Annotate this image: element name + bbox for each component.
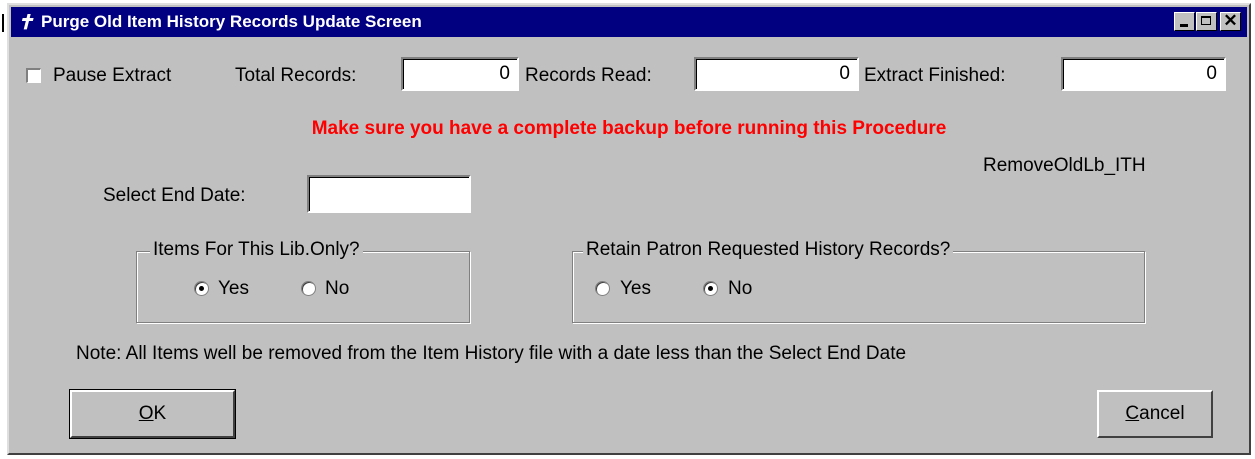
- minimize-button[interactable]: [1174, 12, 1195, 31]
- divider: [2, 14, 4, 32]
- total-records-label: Total Records:: [235, 65, 357, 86]
- close-button[interactable]: ✕: [1220, 11, 1241, 31]
- background-strip: [0, 0, 6, 459]
- extract-finished-field[interactable]: 0: [1061, 57, 1226, 91]
- records-read-field[interactable]: 0: [694, 57, 859, 91]
- maximize-icon: [1201, 16, 1211, 25]
- minimize-icon: [1180, 24, 1188, 27]
- backup-warning: Make sure you have a complete backup bef…: [311, 118, 947, 139]
- radio-selected-dot: [708, 286, 713, 291]
- items-lib-yes-label[interactable]: Yes: [218, 278, 249, 300]
- extract-finished-label: Extract Finished:: [864, 65, 1006, 86]
- retain-yes-label[interactable]: Yes: [620, 278, 651, 300]
- title-bar[interactable]: ✝ Purge Old Item History Records Update …: [11, 7, 1247, 37]
- pause-extract-label[interactable]: Pause Extract: [53, 65, 171, 87]
- maximize-button[interactable]: [1196, 12, 1217, 31]
- runner-icon: ✝: [17, 12, 34, 34]
- end-date-field[interactable]: [307, 175, 471, 213]
- window-title: Purge Old Item History Records Update Sc…: [41, 12, 422, 31]
- records-read-label: Records Read:: [525, 65, 652, 86]
- cancel-accelerator: C: [1125, 403, 1140, 424]
- dialog-window: ✝ Purge Old Item History Records Update …: [7, 3, 1251, 455]
- items-lib-group: Items For This Lib.Only? Yes No: [136, 239, 470, 323]
- retain-history-group: Retain Patron Requested History Records?…: [572, 239, 1145, 323]
- cancel-label: ancel: [1139, 403, 1185, 424]
- items-lib-legend: Items For This Lib.Only?: [150, 239, 363, 261]
- radio-selected-dot: [199, 286, 204, 291]
- cancel-button[interactable]: Cancel: [1097, 390, 1213, 438]
- retain-yes-radio[interactable]: [595, 281, 610, 296]
- ok-button[interactable]: OK: [69, 389, 236, 439]
- ok-label: K: [153, 403, 167, 424]
- retain-history-legend: Retain Patron Requested History Records?: [583, 239, 954, 261]
- close-icon: ✕: [1223, 11, 1238, 30]
- end-date-label: Select End Date:: [103, 185, 246, 206]
- retain-no-label[interactable]: No: [728, 278, 752, 300]
- items-lib-no-label[interactable]: No: [325, 278, 349, 300]
- total-records-field[interactable]: 0: [401, 57, 519, 91]
- ok-accelerator: O: [138, 403, 154, 424]
- retain-no-radio[interactable]: [703, 281, 718, 296]
- purge-note: Note: All Items well be removed from the…: [76, 343, 907, 364]
- procedure-name: RemoveOldLb_ITH: [983, 155, 1146, 176]
- pause-extract-checkbox[interactable]: [26, 68, 41, 83]
- items-lib-yes-radio[interactable]: [194, 281, 209, 296]
- items-lib-no-radio[interactable]: [301, 281, 316, 296]
